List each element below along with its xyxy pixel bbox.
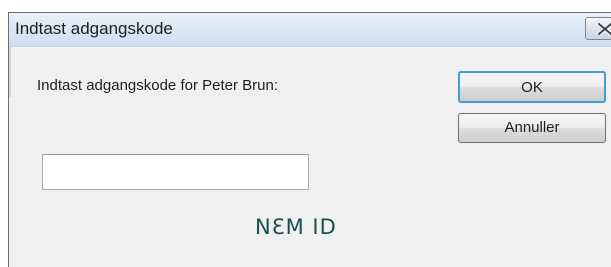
close-icon [597, 23, 611, 35]
title-bar[interactable]: Indtast adgangskode [9, 13, 611, 47]
ok-button[interactable]: OK [458, 71, 606, 103]
password-dialog: Indtast adgangskode Indtast adgangskode … [8, 12, 611, 267]
window-edge [9, 47, 11, 97]
password-input[interactable] [42, 154, 309, 190]
nemid-logo: NƐM ID [255, 215, 337, 239]
password-prompt-label: Indtast adgangskode for Peter Brun: [37, 77, 278, 94]
close-button[interactable] [585, 17, 611, 40]
cancel-button[interactable]: Annuller [458, 113, 606, 143]
window-title: Indtast adgangskode [15, 19, 173, 38]
